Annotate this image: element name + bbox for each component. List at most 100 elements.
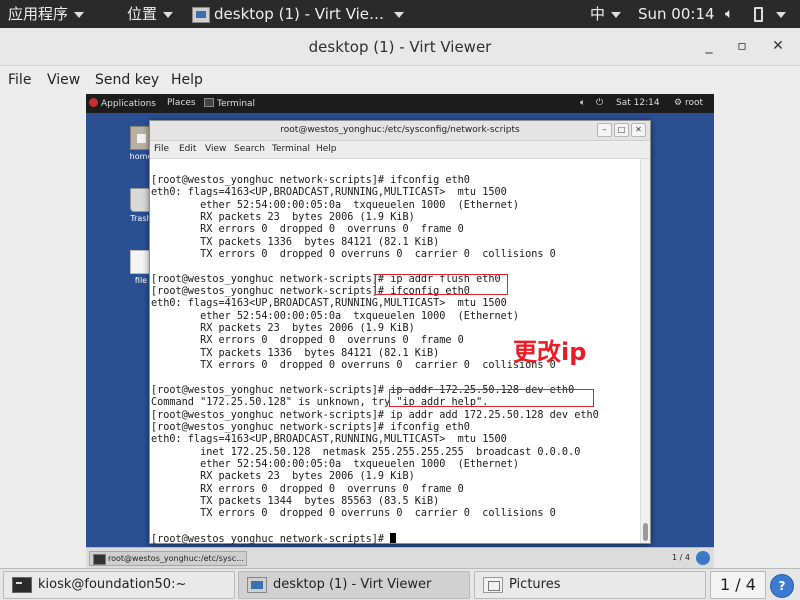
guest-top-bar: Applications Places Terminal 🔈︎ ⏻ Sat 12…	[86, 94, 714, 113]
terminal-line: TX errors 0 dropped 0 overruns 0 carrier…	[151, 508, 556, 520]
desktop-icon-label: file	[134, 276, 148, 285]
terminal-line: inet 172.25.50.128 netmask 255.255.255.2…	[151, 446, 581, 458]
annotation-label: 更改ip	[513, 338, 587, 366]
terminal-menu-terminal[interactable]: Terminal	[272, 144, 310, 154]
guest-user-label: root	[684, 98, 703, 108]
menu-send-key[interactable]: Send key	[95, 72, 159, 88]
terminal-icon	[12, 577, 32, 593]
volume-icon[interactable]: 🔈︎	[725, 0, 733, 28]
chevron-down-icon	[776, 11, 786, 18]
terminal-menu-file[interactable]: File	[154, 144, 169, 154]
guest-volume-icon[interactable]: 🔈︎	[580, 98, 585, 108]
minimize-button[interactable]: _	[700, 37, 718, 55]
terminal-scrollbar[interactable]	[640, 159, 650, 543]
taskbar-item-label: Pictures	[509, 577, 561, 592]
terminal-cursor	[390, 532, 397, 543]
user-icon: ⚙	[674, 98, 683, 108]
pictures-icon	[483, 577, 503, 593]
chevron-down-icon	[163, 11, 174, 18]
terminal-line: ether 52:54:00:00:05:0a txqueuelen 1000 …	[151, 310, 520, 322]
terminal-line: [root@westos_yonghuc network-scripts]# i…	[151, 409, 599, 421]
guest-taskbar: root@westos_yonghuc:/etc/sysc... 1 / 4	[86, 547, 714, 568]
guest-places-menu[interactable]: Places	[167, 98, 196, 108]
maximize-button[interactable]: ▫	[733, 37, 751, 55]
guest-taskbar-terminal[interactable]: root@westos_yonghuc:/etc/sysc...	[89, 551, 247, 566]
highlight-addr-command	[389, 389, 594, 407]
terminal-line: RX packets 23 bytes 2006 (1.9 KiB)	[151, 471, 415, 483]
guest-user-menu[interactable]: ⚙ root	[674, 98, 703, 108]
terminal-title: root@westos_yonghuc:/etc/sysconfig/netwo…	[280, 125, 520, 135]
places-menu-label: 位置	[127, 5, 158, 23]
window-titlebar: desktop (1) - Virt Viewer _ ▫ ✕	[0, 28, 800, 66]
chevron-down-icon	[394, 11, 405, 18]
active-window-label: desktop (1) - Virt Vie…	[214, 5, 385, 23]
guest-clock[interactable]: Sat 12:14	[616, 98, 660, 108]
guest-workspace-pager[interactable]: 1 / 4	[672, 553, 690, 562]
scrollbar-thumb[interactable]	[643, 523, 648, 541]
host-top-bar: 应用程序 位置 desktop (1) - Virt Vie… 中 Sun 00…	[0, 0, 800, 28]
terminal-line: eth0: flags=4163<UP,BROADCAST,RUNNING,MU…	[151, 298, 507, 310]
taskbar-item-label: kiosk@foundation50:~	[38, 577, 187, 592]
terminal-line: [root@westos_yonghuc network-scripts]# i…	[151, 175, 470, 186]
guest-terminal-menu[interactable]: Terminal	[204, 98, 255, 109]
guest-power-icon[interactable]: ⏻	[596, 98, 603, 108]
chevron-down-icon	[611, 11, 622, 18]
chevron-down-icon	[74, 11, 85, 18]
active-window-menu[interactable]: desktop (1) - Virt Vie…	[192, 0, 405, 28]
terminal-minimize-button[interactable]: –	[597, 123, 612, 137]
terminal-line: eth0: flags=4163<UP,BROADCAST,RUNNING,MU…	[151, 187, 507, 199]
terminal-line: TX packets 1336 bytes 84121 (82.1 KiB)	[151, 236, 440, 248]
terminal-icon	[204, 98, 214, 107]
battery-icon[interactable]	[754, 0, 766, 28]
guest-applications-label: Applications	[101, 99, 156, 109]
places-menu[interactable]: 位置	[127, 0, 174, 28]
terminal-line: RX errors 0 dropped 0 overruns 0 frame 0	[151, 483, 464, 495]
menu-file[interactable]: File	[8, 72, 31, 88]
highlight-flush-command	[375, 274, 508, 295]
terminal-line: ether 52:54:00:00:05:0a txqueuelen 1000 …	[151, 458, 520, 470]
terminal-line: RX packets 23 bytes 2006 (1.9 KiB)	[151, 212, 415, 224]
guest-display[interactable]: Applications Places Terminal 🔈︎ ⏻ Sat 12…	[86, 94, 714, 568]
menu-help[interactable]: Help	[171, 72, 203, 88]
notification-icon[interactable]	[770, 574, 794, 598]
taskbar-item-pictures[interactable]: Pictures	[474, 571, 706, 599]
terminal-menubar: File Edit View Search Terminal Help	[150, 141, 650, 159]
terminal-line: [root@westos_yonghuc network-scripts]#	[151, 532, 599, 546]
window-title: desktop (1) - Virt Viewer	[308, 38, 492, 56]
menubar: File View Send key Help	[0, 66, 800, 94]
redhat-logo-icon	[89, 98, 98, 107]
applications-menu[interactable]: 应用程序	[8, 0, 85, 28]
terminal-maximize-button[interactable]: □	[614, 123, 629, 137]
input-method-indicator[interactable]: 中	[590, 0, 622, 28]
guest-applications-menu[interactable]: Applications	[89, 98, 156, 109]
taskbar-item-label: desktop (1) - Virt Viewer	[273, 577, 432, 592]
guest-terminal-label: Terminal	[217, 99, 256, 109]
guest-notification-icon[interactable]	[696, 551, 710, 565]
terminal-line: eth0: flags=4163<UP,BROADCAST,RUNNING,MU…	[151, 434, 507, 446]
system-menu[interactable]	[776, 0, 786, 28]
host-taskbar: kiosk@foundation50:~ desktop (1) - Virt …	[0, 568, 800, 600]
terminal-line: RX errors 0 dropped 0 overruns 0 frame 0	[151, 224, 464, 236]
terminal-menu-search[interactable]: Search	[234, 144, 265, 154]
terminal-line: ether 52:54:00:00:05:0a txqueuelen 1000 …	[151, 199, 520, 211]
close-button[interactable]: ✕	[769, 37, 787, 55]
clock[interactable]: Sun 00:14	[638, 0, 715, 28]
terminal-titlebar: root@westos_yonghuc:/etc/sysconfig/netwo…	[150, 121, 650, 141]
menu-view[interactable]: View	[47, 72, 80, 88]
terminal-line: [root@westos_yonghuc network-scripts]# i…	[151, 421, 470, 433]
input-method-label: 中	[590, 5, 606, 23]
virt-viewer-icon	[247, 577, 267, 593]
applications-menu-label: 应用程序	[8, 5, 69, 23]
taskbar-item-terminal[interactable]: kiosk@foundation50:~	[3, 571, 235, 599]
terminal-menu-help[interactable]: Help	[316, 144, 337, 154]
workspace-pager[interactable]: 1 / 4	[710, 571, 766, 599]
terminal-menu-edit[interactable]: Edit	[179, 144, 196, 154]
terminal-close-button[interactable]: ✕	[631, 123, 646, 137]
terminal-menu-view[interactable]: View	[205, 144, 226, 154]
virt-viewer-icon	[192, 6, 210, 23]
terminal-line: TX packets 1344 bytes 85563 (83.5 KiB)	[151, 495, 440, 507]
taskbar-item-virt-viewer[interactable]: desktop (1) - Virt Viewer	[238, 571, 470, 599]
